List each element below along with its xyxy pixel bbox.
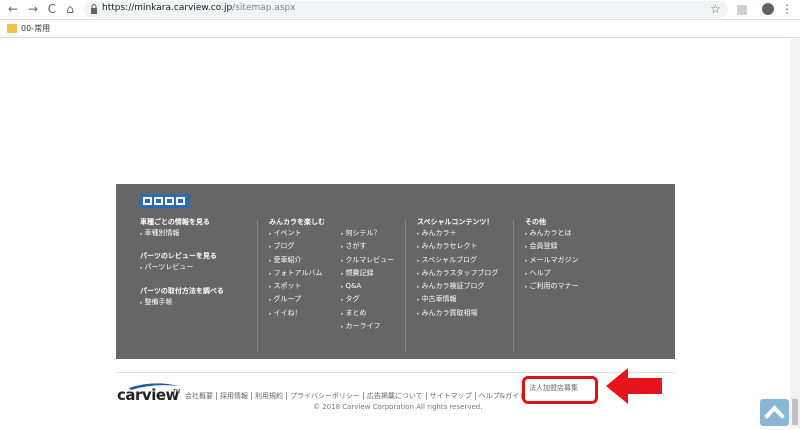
copyright-text: © 2018 Carview Corporation All rights re… — [313, 403, 483, 411]
footer-link[interactable]: 広告掲載について — [362, 392, 426, 400]
link-item[interactable]: みんカラとは — [525, 227, 579, 240]
link-item[interactable]: 中古車情報 — [417, 293, 498, 306]
red-arrow-icon — [606, 368, 662, 404]
link-item[interactable]: みんカラセレクト — [417, 240, 498, 253]
footer-link[interactable]: 利用規約 — [251, 392, 286, 400]
minkara-logo[interactable] — [140, 194, 190, 208]
column-divider — [257, 220, 258, 352]
link-item[interactable]: イベント — [269, 227, 322, 240]
back-icon[interactable]: ← — [6, 2, 20, 16]
lock-icon — [91, 4, 97, 14]
footer-link[interactable]: ヘルプ&ガイド — [474, 392, 530, 400]
address-bar[interactable]: https://minkara.carview.co.jp/sitemap.as… — [84, 1, 728, 18]
link-item[interactable]: 車種別情報 — [140, 227, 224, 240]
carview-logo-text: carview — [117, 386, 179, 404]
link-item[interactable]: カーライフ — [341, 320, 394, 333]
col-heading: パーツのレビューを見る — [140, 252, 217, 261]
link-item[interactable]: ブログ — [269, 240, 322, 253]
footer-links: 会社概要 採用情報 利用規約 プライバシーポリシー 広告掲載について サイトマップ ヘルプ&… — [182, 383, 530, 400]
link-item[interactable]: グループ — [269, 293, 322, 306]
link-item[interactable]: パーツレビュー — [140, 261, 224, 274]
url-text: https://minkara.carview.co.jp/sitemap.as… — [102, 3, 296, 13]
highlight-box — [522, 376, 598, 404]
forward-icon[interactable]: → — [26, 2, 40, 16]
link-item[interactable]: 燃費記録 — [341, 267, 394, 280]
carview-tm: TM — [173, 389, 181, 395]
column-divider — [513, 220, 514, 352]
footer-link[interactable]: サイトマップ — [425, 392, 475, 400]
link-item[interactable]: Q&A — [341, 280, 394, 293]
sitemap-panel: 車種ごとの情報を見る 車種別情報 パーツのレビューを見る パーツレビュー パーツ… — [116, 184, 675, 359]
column-special: スペシャルコンテンツ！ みんカラ＋ みんカラセレクト スペシャルブログ みんカラ… — [417, 217, 498, 320]
extension-icon[interactable] — [737, 5, 747, 15]
footer-link[interactable]: 採用情報 — [216, 392, 251, 400]
link-item[interactable]: スポット — [269, 280, 322, 293]
footer-link[interactable]: 会社概要 — [182, 392, 216, 400]
col-heading: パーツの取付方法を調べる — [140, 286, 224, 295]
bookmark-bar: 00-常用 — [0, 20, 800, 38]
column-divider — [405, 220, 406, 352]
browser-menu-icon[interactable]: ⋮ — [781, 2, 793, 16]
scroll-thumb[interactable] — [792, 399, 798, 425]
col-heading: その他 — [525, 218, 546, 226]
link-item[interactable]: まとめ — [341, 307, 394, 320]
reload-icon[interactable]: C — [45, 2, 59, 16]
browser-toolbar: ← → C ⌂ https://minkara.carview.co.jp/si… — [0, 0, 800, 20]
link-item[interactable]: みんカラスタッフブログ — [417, 267, 499, 280]
link-item[interactable]: 会員登録 — [525, 240, 579, 253]
link-item[interactable]: ヘルプ — [525, 267, 579, 280]
bookmark-folder[interactable]: 00-常用 — [21, 23, 50, 34]
page-scrollbar[interactable] — [790, 39, 800, 428]
column-other: その他 みんカラとは 会員登録 メールマガジン ヘルプ ご利用のマナー — [525, 217, 579, 293]
link-item[interactable]: さがす — [341, 240, 394, 253]
footer-separator — [116, 372, 675, 373]
link-item[interactable]: 愛車紹介 — [269, 254, 322, 267]
bookmark-star-icon[interactable]: ☆ — [710, 2, 721, 16]
link-item[interactable]: 整備手帳 — [140, 296, 224, 309]
link-item[interactable]: みんカラ買取相場 — [417, 307, 498, 320]
link-item[interactable]: ご利用のマナー — [525, 280, 579, 293]
col-heading: スペシャルコンテンツ！ — [417, 218, 494, 226]
column-enjoy: みんカラを楽しむ イベント ブログ 愛車紹介 フォトアルバム スポット グループ… — [269, 217, 409, 330]
link-item[interactable]: メールマガジン — [525, 254, 579, 267]
link-item[interactable]: みんカラ＋ — [417, 227, 498, 240]
profile-icon[interactable] — [762, 3, 774, 15]
link-item[interactable]: イイね！ — [269, 307, 322, 320]
column-car-info: 車種ごとの情報を見る 車種別情報 パーツのレビューを見る パーツレビュー パーツ… — [140, 217, 224, 309]
link-item[interactable]: タグ — [341, 293, 394, 306]
folder-icon — [7, 24, 17, 33]
link-item[interactable]: 何シテル？ — [341, 227, 394, 240]
link-item[interactable]: クルマレビュー — [341, 254, 395, 267]
home-icon[interactable]: ⌂ — [63, 2, 77, 16]
chevron-up-icon — [764, 405, 785, 419]
col-heading: 車種ごとの情報を見る — [140, 218, 210, 226]
link-item[interactable]: みんカラ検証ブログ — [417, 280, 498, 293]
back-to-top-button[interactable] — [760, 399, 789, 426]
link-item[interactable]: スペシャルブログ — [417, 254, 498, 267]
link-item[interactable]: フォトアルバム — [269, 267, 323, 280]
col-heading: みんカラを楽しむ — [269, 218, 325, 226]
carview-logo[interactable]: carview TM — [117, 382, 183, 404]
footer-link[interactable]: プライバシーポリシー — [286, 392, 363, 400]
